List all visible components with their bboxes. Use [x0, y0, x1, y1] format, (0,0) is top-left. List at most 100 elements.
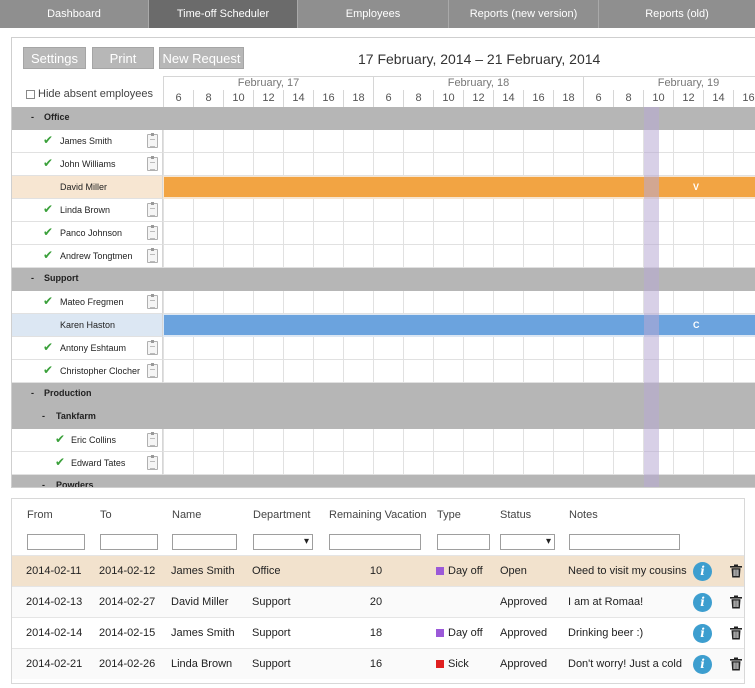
- time-cell[interactable]: [673, 429, 703, 452]
- time-cell[interactable]: [343, 291, 373, 314]
- time-cell[interactable]: [553, 452, 583, 475]
- time-cell[interactable]: [523, 360, 553, 383]
- time-cells[interactable]: [163, 337, 755, 360]
- time-cell[interactable]: [703, 222, 733, 245]
- time-cell[interactable]: [673, 199, 703, 222]
- time-cell[interactable]: [193, 291, 223, 314]
- clipboard-icon[interactable]: [147, 156, 158, 171]
- time-cell[interactable]: [523, 130, 553, 153]
- table-row[interactable]: 2014-02-13 2014-02-27 David Miller Suppo…: [12, 586, 744, 617]
- info-icon[interactable]: i: [693, 593, 712, 612]
- time-cell[interactable]: [373, 337, 403, 360]
- nav-tab-time-off-scheduler[interactable]: Time-off Scheduler: [149, 0, 298, 28]
- time-cell[interactable]: [613, 429, 643, 452]
- time-cell[interactable]: [733, 130, 755, 153]
- clipboard-icon[interactable]: [147, 202, 158, 217]
- info-icon[interactable]: i: [693, 562, 712, 581]
- time-cell[interactable]: [283, 337, 313, 360]
- time-cell[interactable]: [433, 429, 463, 452]
- time-cell[interactable]: [283, 429, 313, 452]
- time-cell[interactable]: [253, 360, 283, 383]
- time-cell[interactable]: [703, 291, 733, 314]
- column-header-status[interactable]: Status: [500, 509, 531, 521]
- time-cell[interactable]: [433, 130, 463, 153]
- time-cell[interactable]: [463, 245, 493, 268]
- time-cell[interactable]: [433, 222, 463, 245]
- time-cell[interactable]: [463, 130, 493, 153]
- time-cell[interactable]: [253, 222, 283, 245]
- time-cell[interactable]: [193, 222, 223, 245]
- time-cell[interactable]: [253, 452, 283, 475]
- time-cell[interactable]: [673, 360, 703, 383]
- time-cell[interactable]: [343, 429, 373, 452]
- time-cells[interactable]: [163, 222, 755, 245]
- time-cell[interactable]: [283, 360, 313, 383]
- time-cell[interactable]: [373, 360, 403, 383]
- time-cell[interactable]: [463, 429, 493, 452]
- time-cell[interactable]: [613, 291, 643, 314]
- time-cell[interactable]: [223, 291, 253, 314]
- time-cell[interactable]: [613, 199, 643, 222]
- time-cell[interactable]: [343, 199, 373, 222]
- time-cell[interactable]: [733, 452, 755, 475]
- time-cell[interactable]: [553, 153, 583, 176]
- time-cell[interactable]: [673, 337, 703, 360]
- time-cell[interactable]: [463, 199, 493, 222]
- info-icon[interactable]: i: [693, 655, 712, 674]
- clipboard-icon[interactable]: [147, 248, 158, 263]
- time-cell[interactable]: [523, 337, 553, 360]
- time-cell[interactable]: [403, 360, 433, 383]
- time-cell[interactable]: [493, 222, 523, 245]
- time-cell[interactable]: [703, 360, 733, 383]
- print-button[interactable]: Print: [92, 47, 154, 69]
- time-cell[interactable]: [703, 199, 733, 222]
- time-cell[interactable]: [403, 452, 433, 475]
- time-cell[interactable]: [193, 245, 223, 268]
- time-cell[interactable]: [223, 222, 253, 245]
- clipboard-icon[interactable]: [147, 363, 158, 378]
- time-cell[interactable]: [163, 429, 193, 452]
- table-row[interactable]: 2014-02-14 2014-02-15 James Smith Suppor…: [12, 617, 744, 648]
- status-filter-select[interactable]: [500, 534, 555, 550]
- time-cell[interactable]: [283, 452, 313, 475]
- time-cells[interactable]: [163, 291, 755, 314]
- clipboard-icon[interactable]: [147, 294, 158, 309]
- time-cells[interactable]: [163, 130, 755, 153]
- time-cell[interactable]: [733, 429, 755, 452]
- time-cells[interactable]: [163, 153, 755, 176]
- time-cell[interactable]: [703, 429, 733, 452]
- time-cell[interactable]: [463, 222, 493, 245]
- time-cell[interactable]: [253, 291, 283, 314]
- time-cell[interactable]: [583, 222, 613, 245]
- time-cell[interactable]: [193, 130, 223, 153]
- time-cell[interactable]: [613, 337, 643, 360]
- time-cell[interactable]: [373, 153, 403, 176]
- trash-icon[interactable]: [729, 595, 743, 609]
- time-cell[interactable]: [343, 360, 373, 383]
- time-cell[interactable]: [163, 452, 193, 475]
- time-cells[interactable]: [163, 452, 755, 475]
- time-cell[interactable]: [553, 199, 583, 222]
- name-filter-input[interactable]: [172, 534, 237, 550]
- time-cell[interactable]: [553, 360, 583, 383]
- trash-icon[interactable]: [729, 657, 743, 671]
- time-cell[interactable]: [373, 291, 403, 314]
- time-cell[interactable]: [703, 452, 733, 475]
- time-cell[interactable]: [463, 337, 493, 360]
- absence-bar[interactable]: C: [164, 315, 755, 335]
- time-cell[interactable]: [583, 245, 613, 268]
- time-cell[interactable]: [313, 360, 343, 383]
- time-cell[interactable]: [313, 199, 343, 222]
- time-cell[interactable]: [613, 452, 643, 475]
- time-cell[interactable]: [733, 245, 755, 268]
- column-header-to[interactable]: To: [100, 509, 112, 521]
- time-cell[interactable]: [313, 452, 343, 475]
- time-cell[interactable]: [253, 337, 283, 360]
- time-cell[interactable]: [493, 153, 523, 176]
- time-cell[interactable]: [433, 199, 463, 222]
- time-cell[interactable]: [583, 452, 613, 475]
- time-cell[interactable]: [373, 222, 403, 245]
- time-cell[interactable]: [373, 452, 403, 475]
- time-cell[interactable]: [433, 337, 463, 360]
- time-cell[interactable]: [733, 337, 755, 360]
